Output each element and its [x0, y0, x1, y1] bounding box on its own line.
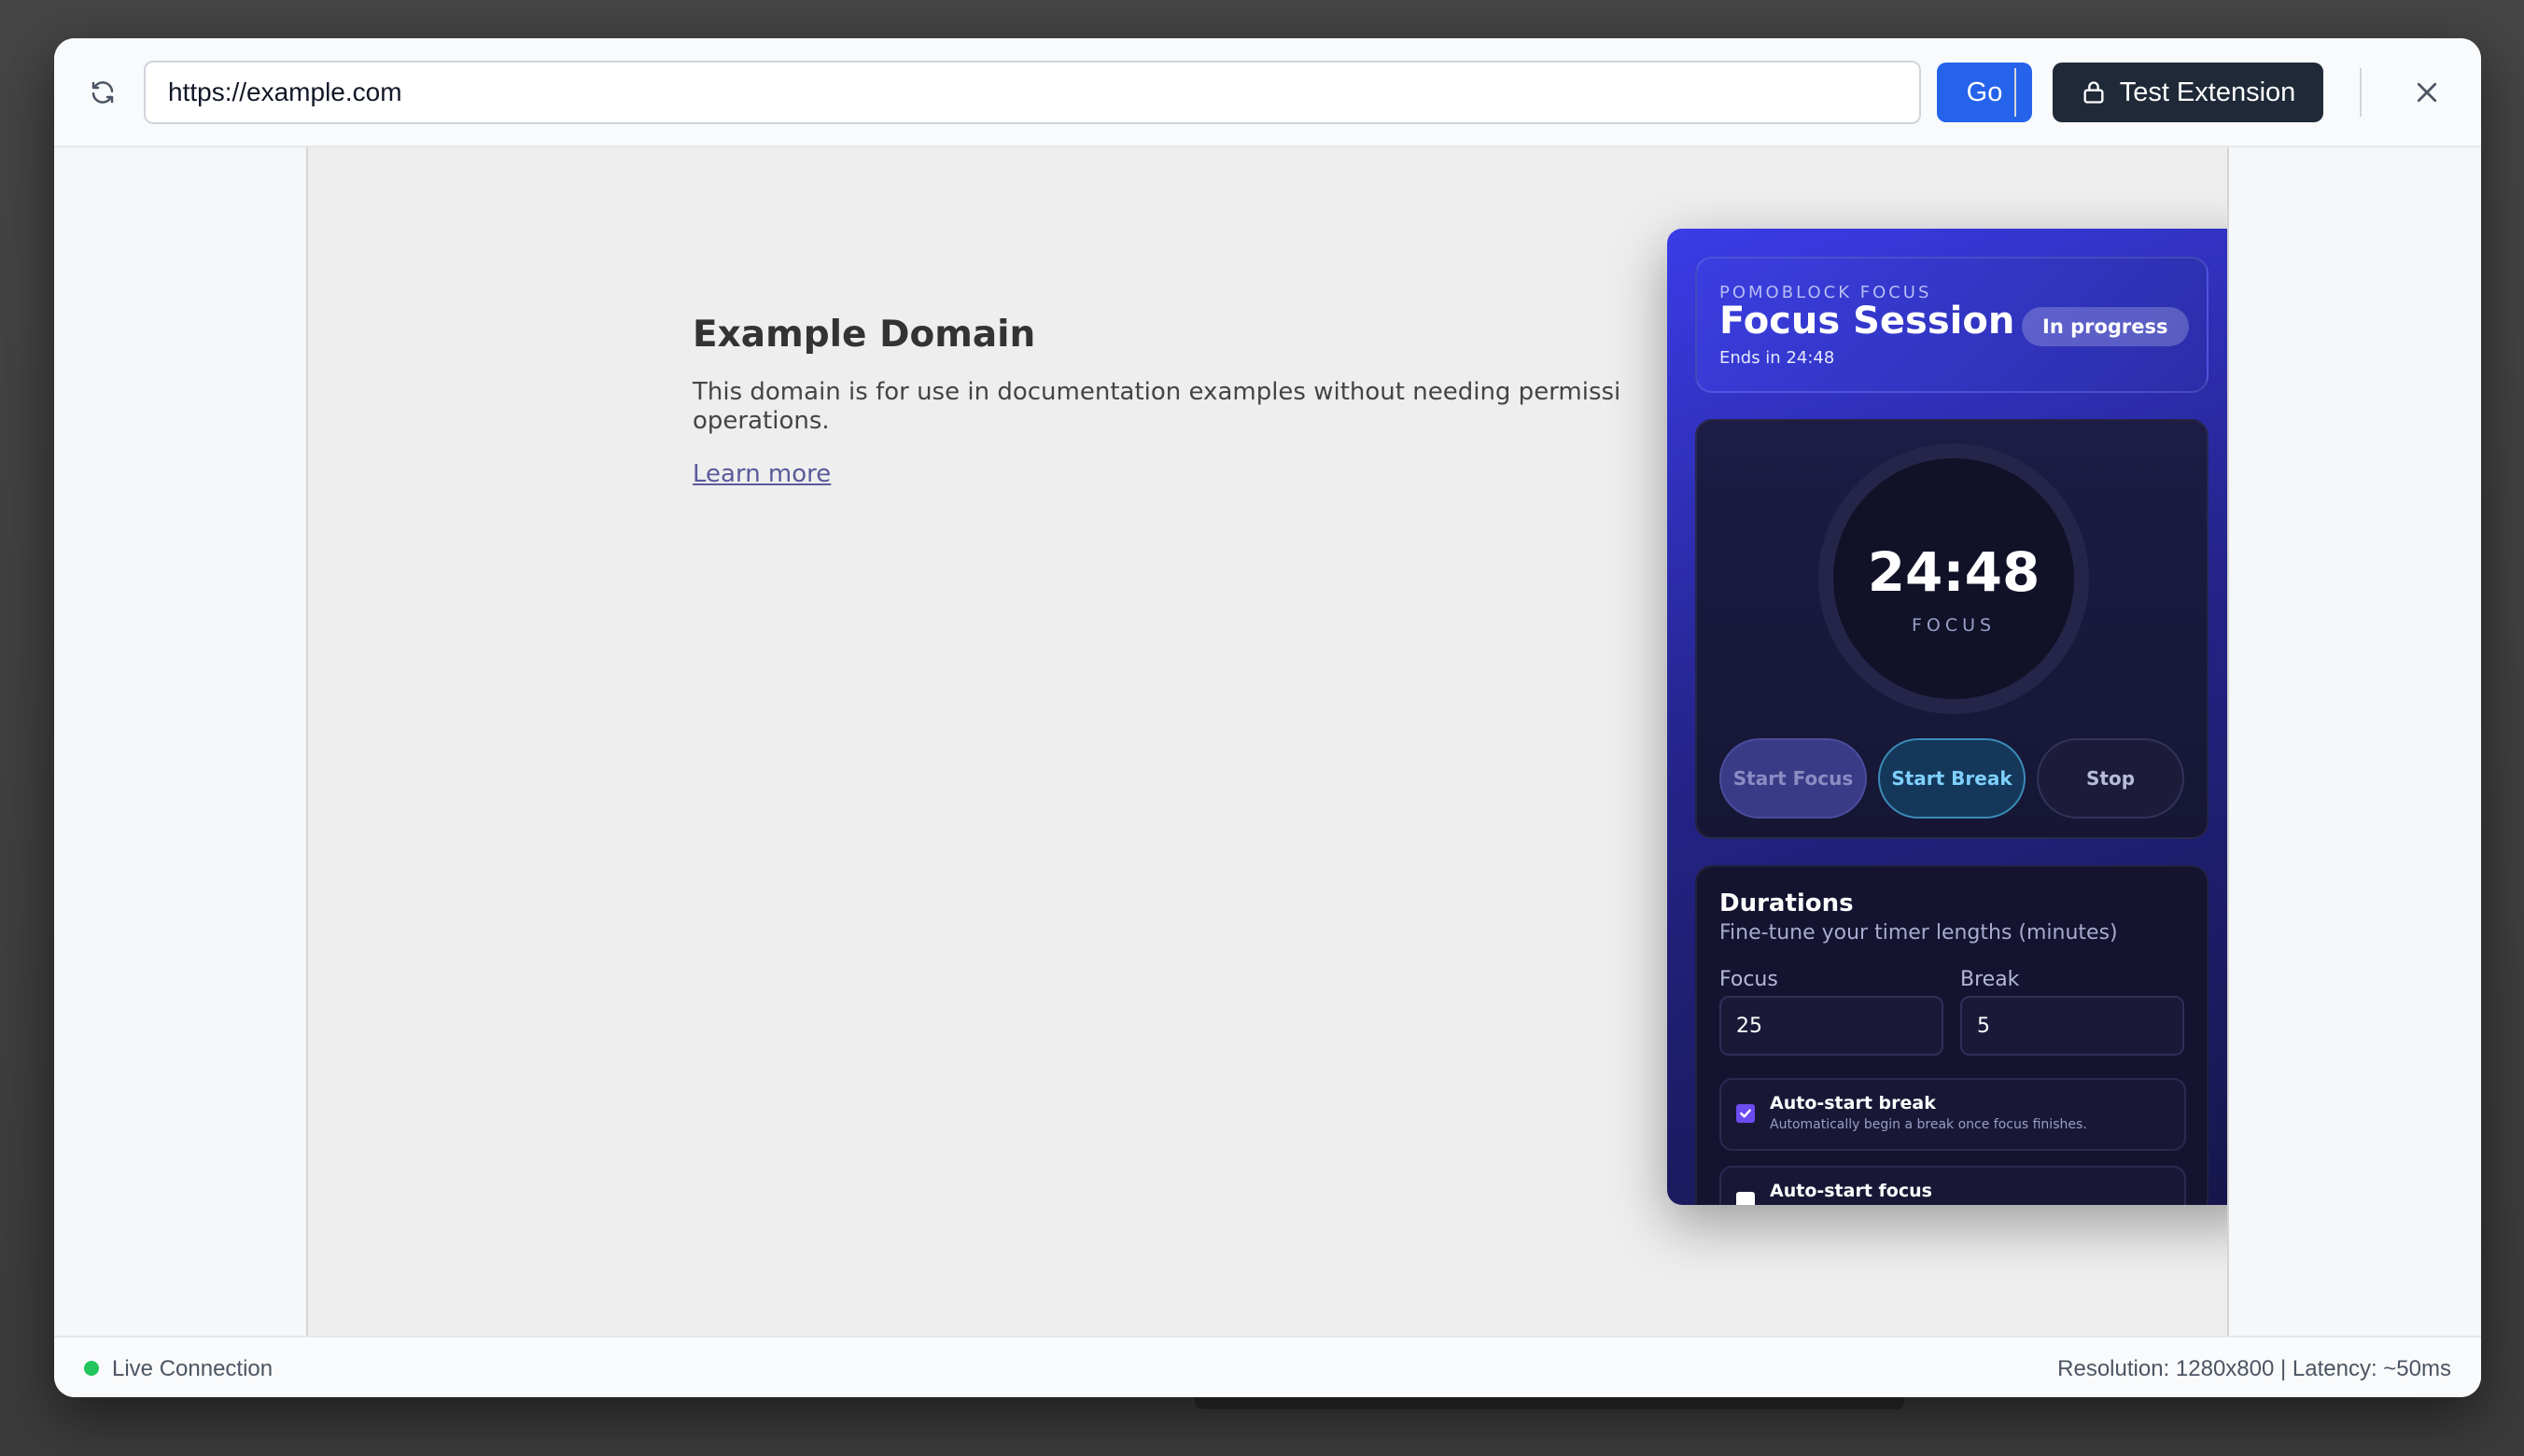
- timer-mode: FOCUS: [1911, 615, 1997, 636]
- reload-icon: [91, 81, 114, 104]
- resolution-latency: Resolution: 1280x800 | Latency: ~50ms: [2057, 1356, 2451, 1381]
- auto-start-break-row[interactable]: Auto-start break Automatically begin a b…: [1719, 1078, 2186, 1151]
- test-extension-label: Test Extension: [2119, 77, 2296, 107]
- durations-subtitle: Fine-tune your timer lengths (minutes): [1719, 921, 2118, 945]
- page-description-line: This domain is for use in documentation …: [693, 378, 1621, 406]
- learn-more-link[interactable]: Learn more: [693, 460, 831, 488]
- timer-card: 24:48 FOCUS Start Focus Start Break Stop: [1695, 419, 2208, 839]
- page-title: Example Domain: [693, 314, 1036, 356]
- extension-test-modal: Go Test Extension Example Domain This do…: [54, 38, 2481, 1397]
- focus-duration-input[interactable]: [1719, 996, 1943, 1056]
- extension-popup: POMOBLOCK FOCUS Focus Session In progres…: [1667, 229, 2227, 1205]
- page-description-line: operations.: [693, 407, 830, 435]
- auto-start-focus-row[interactable]: Auto-start focus: [1719, 1166, 2186, 1205]
- auto-start-break-label: Auto-start break: [1770, 1093, 1936, 1113]
- auto-start-break-checkbox[interactable]: [1736, 1104, 1755, 1123]
- page-content: Example Domain This domain is for use in…: [693, 314, 1719, 488]
- toolbar-divider: [2360, 68, 2362, 117]
- break-duration-input[interactable]: [1960, 996, 2184, 1056]
- start-focus-button[interactable]: Start Focus: [1719, 738, 1867, 819]
- close-icon: [2417, 82, 2437, 103]
- page-description: This domain is for use in documentation …: [693, 378, 1719, 436]
- live-indicator-icon: [84, 1361, 99, 1376]
- lock-icon: [2083, 81, 2104, 104]
- toolbar-divider: [2014, 68, 2016, 117]
- browser-frame: Example Domain This domain is for use in…: [306, 147, 2229, 1336]
- auto-start-break-help: Automatically begin a break once focus f…: [1770, 1117, 2087, 1132]
- popup-title: Focus Session: [1719, 300, 2015, 343]
- auto-start-focus-checkbox[interactable]: [1736, 1192, 1755, 1205]
- go-button[interactable]: Go: [1937, 63, 2032, 122]
- status-badge: In progress: [2022, 307, 2189, 346]
- url-input[interactable]: [144, 61, 1921, 124]
- toolbar: Go Test Extension: [54, 38, 2481, 147]
- timer-ring: 24:48 FOCUS: [1818, 443, 2089, 714]
- close-button[interactable]: [2406, 72, 2447, 113]
- durations-title: Durations: [1719, 889, 1854, 917]
- status-bar: Live Connection Resolution: 1280x800 | L…: [54, 1336, 2481, 1397]
- durations-card: Durations Fine-tune your timer lengths (…: [1695, 865, 2208, 1205]
- break-duration-label: Break: [1960, 968, 2020, 991]
- start-break-button[interactable]: Start Break: [1878, 738, 2026, 819]
- popup-header: POMOBLOCK FOCUS Focus Session In progres…: [1695, 257, 2208, 393]
- auto-start-focus-label: Auto-start focus: [1770, 1181, 1932, 1201]
- popup-subtitle: Ends in 24:48: [1719, 348, 1835, 368]
- focus-duration-label: Focus: [1719, 968, 1778, 991]
- reload-button[interactable]: [82, 72, 123, 113]
- viewport-area: Example Domain This domain is for use in…: [54, 147, 2481, 1336]
- checkmark-icon: [1740, 1109, 1751, 1118]
- connection-status: Live Connection: [112, 1356, 273, 1381]
- test-extension-button[interactable]: Test Extension: [2053, 63, 2323, 122]
- timer-time: 24:48: [1867, 540, 2040, 604]
- stop-button[interactable]: Stop: [2037, 738, 2184, 819]
